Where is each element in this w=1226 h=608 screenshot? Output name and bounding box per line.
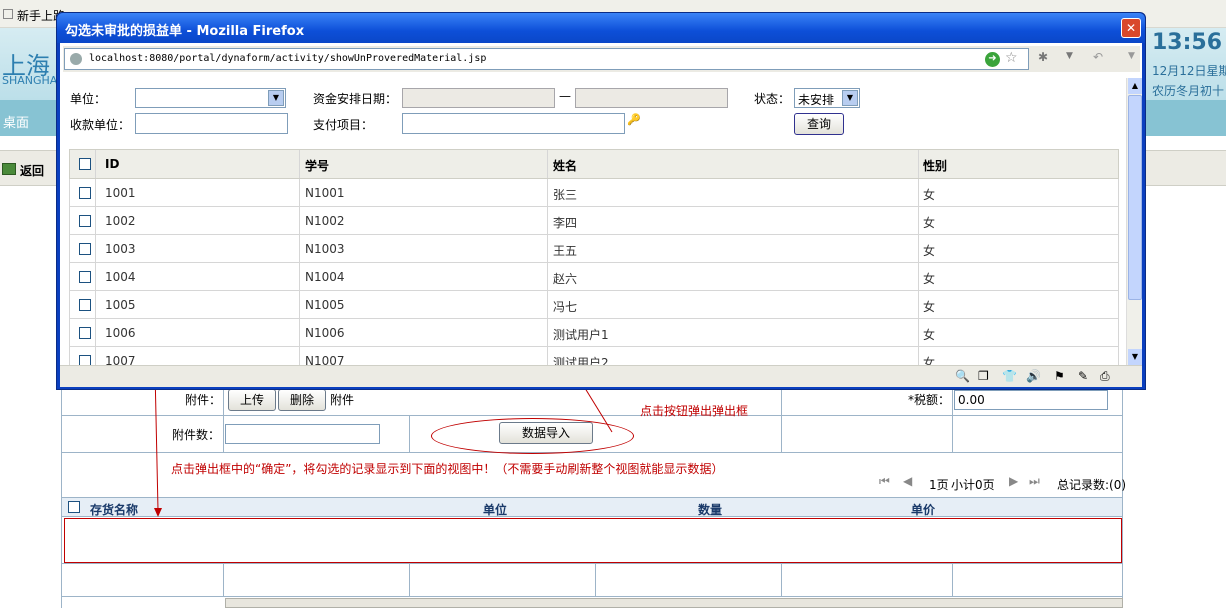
last-page-icon[interactable]: ⏭ [1029, 474, 1040, 489]
delete-button[interactable]: 删除 [278, 389, 326, 411]
table-row[interactable]: 1007 N1007 测试用户2 女 [69, 347, 1119, 365]
desk-tab[interactable]: 桌面 [3, 112, 29, 131]
table-cell: 赵六 [553, 272, 578, 286]
first-page-icon[interactable]: ⏮ [879, 474, 890, 489]
bookmark-icon [3, 9, 13, 19]
table-cell: N1007 [305, 354, 345, 365]
shirt-icon[interactable]: 👕 [1002, 369, 1017, 383]
table-cell: 测试用户2 [553, 356, 609, 365]
table-cell: 李四 [553, 216, 578, 230]
attach-count-label: 附件数： [172, 428, 221, 442]
popup-window: 勾选未审批的损益单 - Mozilla Firefox ✕ localhost:… [56, 12, 1146, 390]
total-records: 总记录数:(0) [1057, 478, 1127, 492]
table-cell: 王五 [553, 244, 578, 258]
table-row[interactable]: 1002 N1002 李四 女 [69, 207, 1119, 235]
lunar-date: 农历冬月初十 [1152, 84, 1225, 98]
scroll-down-icon[interactable]: ▼ [1128, 349, 1142, 365]
window-icon[interactable]: ❐ [978, 369, 989, 383]
brush-icon[interactable]: ✎ [1078, 369, 1088, 383]
date-text: 12月12日星期 [1152, 64, 1226, 78]
close-icon[interactable]: ✕ [1121, 18, 1141, 38]
table-cell: 1005 [105, 298, 136, 312]
table-cell: 1006 [105, 326, 136, 340]
row-checkbox[interactable] [79, 187, 91, 199]
page-subtotal: 小计0页 [951, 478, 995, 492]
vertical-scrollbar[interactable]: ▲ ▼ [1126, 78, 1142, 365]
mask-icon[interactable]: ⚑ [1054, 369, 1065, 383]
popup-titlebar[interactable]: 勾选未审批的损益单 - Mozilla Firefox ✕ [57, 13, 1145, 43]
goods-table-header: 存货名称 单位 数量 单价 [61, 497, 1123, 517]
speaker-icon[interactable]: 🔊 [1026, 369, 1041, 383]
row-checkbox[interactable] [79, 243, 91, 255]
logo-en: SHANGHA [2, 74, 58, 87]
table-cell: 测试用户1 [553, 328, 609, 342]
clock: 13:56 [1152, 30, 1223, 55]
highlight-ellipse [431, 418, 634, 454]
table-cell: 女 [923, 272, 936, 286]
table-cell: N1006 [305, 326, 345, 340]
row-checkbox[interactable] [79, 215, 91, 227]
table-cell: 1003 [105, 242, 136, 256]
attach-label: 附件： [185, 393, 222, 407]
table-cell: 女 [923, 300, 936, 314]
table-cell: 1002 [105, 214, 136, 228]
row-checkbox[interactable] [79, 355, 91, 365]
table-row[interactable]: 1001 N1001 张三 女 [69, 179, 1119, 207]
back-button[interactable]: 返回 [2, 161, 50, 179]
scroll-up-icon[interactable]: ▲ [1128, 78, 1142, 94]
page-number: 1页 [929, 478, 949, 492]
table-row[interactable]: 1003 N1003 王五 女 [69, 235, 1119, 263]
attach-text: 附件 [330, 393, 355, 407]
table-cell: N1005 [305, 298, 345, 312]
table-row[interactable]: 1006 N1006 测试用户1 女 [69, 319, 1119, 347]
table-cell: N1004 [305, 270, 345, 284]
search-icon[interactable]: 🔍 [955, 369, 970, 383]
row-checkbox[interactable] [79, 327, 91, 339]
table-cell: 冯七 [553, 300, 578, 314]
table-cell: 女 [923, 216, 936, 230]
back-icon [2, 163, 16, 175]
popup-title: 勾选未审批的损益单 - Mozilla Firefox [65, 24, 305, 39]
popup-body: localhost:8080/portal/dynaform/activity/… [60, 43, 1142, 387]
menu-chevron-icon[interactable]: ▼ [1128, 51, 1135, 61]
table-cell: 张三 [553, 188, 578, 202]
table-cell: 1004 [105, 270, 136, 284]
table-cell: N1003 [305, 242, 345, 256]
table-cell: 女 [923, 188, 936, 202]
table-cell: 女 [923, 328, 936, 342]
annotation-popup: 点击按钮弹出弹出框 [640, 404, 749, 418]
camera-icon[interactable]: ⎙ [1100, 369, 1110, 384]
table-cell: 1001 [105, 186, 136, 200]
prev-page-icon[interactable]: ◀ [903, 474, 912, 488]
pager: ⏮ ◀ 1页 小计0页 ▶ ⏭ 总记录数:(0) [61, 470, 1127, 496]
table-cell: 女 [923, 356, 936, 365]
table-row[interactable]: 1005 N1005 冯七 女 [69, 291, 1119, 319]
row-checkbox[interactable] [79, 299, 91, 311]
tax-label: *税额： [908, 393, 951, 407]
status-bar: 🔍 ❐ 👕 🔊 ⚑ ✎ ⎙ [60, 365, 1142, 387]
table-cell: N1002 [305, 214, 345, 228]
tax-input[interactable]: 0.00 [954, 390, 1108, 410]
table-cell: 1007 [105, 354, 136, 365]
upload-button[interactable]: 上传 [228, 389, 276, 411]
next-page-icon[interactable]: ▶ [1009, 474, 1018, 488]
table-row[interactable]: 1004 N1004 赵六 女 [69, 263, 1119, 291]
table-cell: 女 [923, 244, 936, 258]
popup-table-body: 1001 N1001 张三女 1002 N1002 李四女 1003 N1003 王五女 1004… [60, 43, 1126, 365]
table-cell: N1001 [305, 186, 345, 200]
attach-count-input[interactable] [225, 424, 380, 444]
row-checkbox[interactable] [79, 271, 91, 283]
select-all-checkbox[interactable] [68, 501, 80, 513]
target-view-box [64, 518, 1122, 563]
scroll-thumb[interactable] [1128, 95, 1142, 300]
